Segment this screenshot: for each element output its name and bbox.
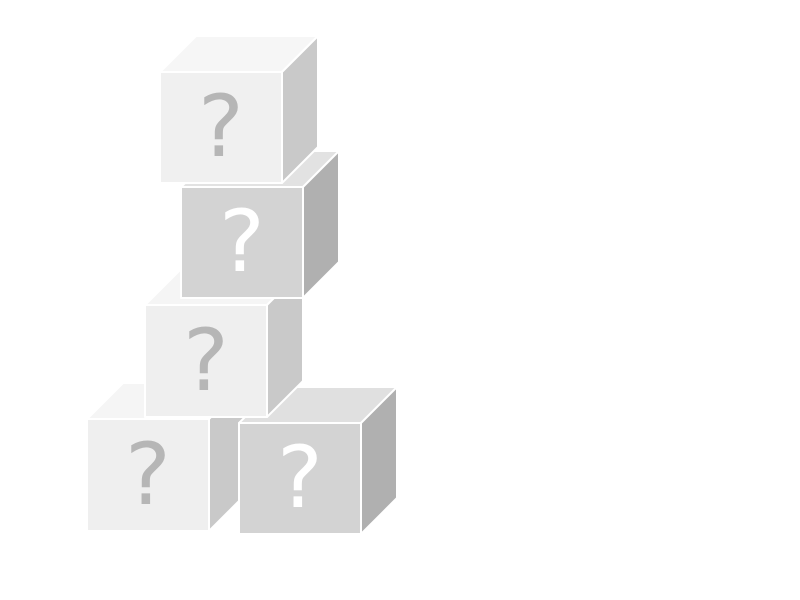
question-mark-icon: ? — [219, 192, 265, 292]
question-mark-icon: ? — [125, 425, 171, 525]
question-cube-stack: ? ? ? ? ? — [86, 35, 398, 535]
question-cube-top: ? — [159, 35, 319, 184]
question-mark-icon: ? — [198, 77, 244, 177]
question-mark-icon: ? — [183, 311, 229, 411]
question-mark-icon: ? — [277, 428, 323, 528]
